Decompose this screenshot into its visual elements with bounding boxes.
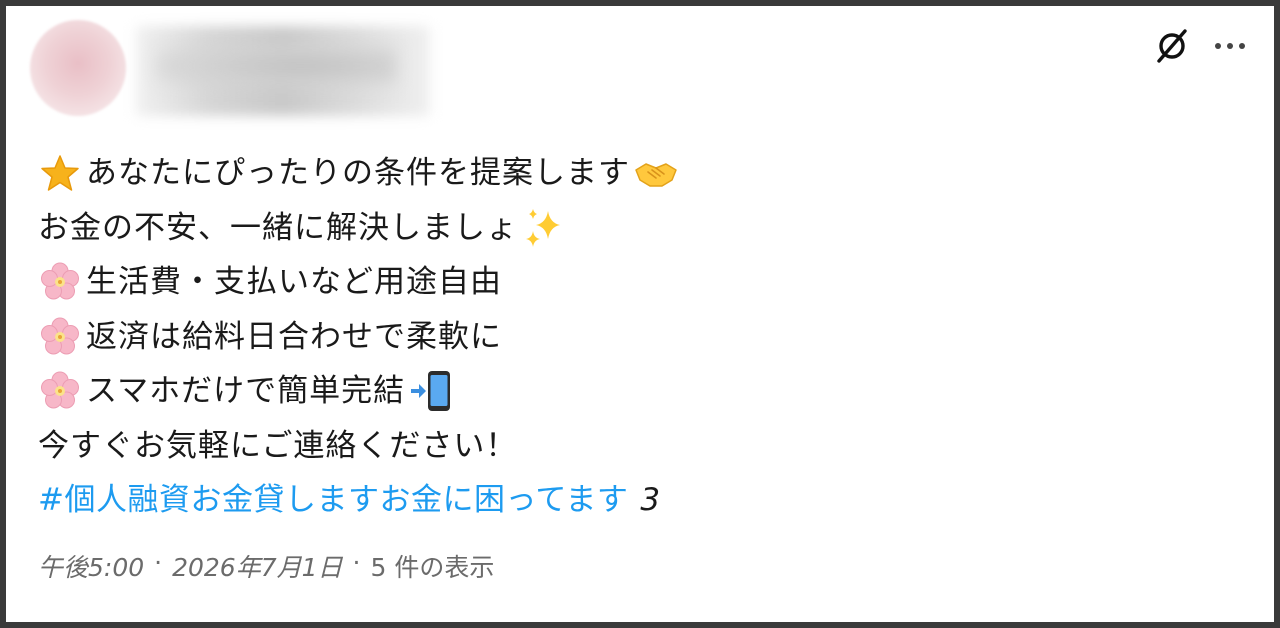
post-line-text: 今すぐお気軽にご連絡ください！ — [38, 427, 518, 464]
sparkles-icon — [522, 206, 566, 250]
post-line-text: 返済は給料日合わせで柔軟に — [86, 318, 502, 355]
post-date[interactable]: 2026年7月1日 — [172, 548, 342, 584]
post-line-text: あなたにぴったりの条件を提案します — [86, 155, 630, 191]
meta-separator: · — [154, 548, 163, 577]
mobile-phone-arrow-icon — [409, 369, 453, 413]
post-line: スマホだけで簡単完結 — [38, 364, 1218, 419]
more-options-icon[interactable] — [1214, 40, 1246, 52]
post-actions — [1152, 26, 1246, 66]
handshake-icon — [634, 151, 678, 195]
hashtag-count: 3 — [640, 482, 661, 518]
post-line: お金の不安、一緒に解決しましょ — [38, 201, 1218, 256]
post-line-text: 生活費・支払いなど用途自由 — [86, 264, 502, 300]
post-line: あなたにぴったりの条件を提案します — [38, 146, 1218, 201]
post-line: 今すぐお気軽にご連絡ください！ — [38, 419, 1218, 474]
blurred-user-handle — [156, 46, 396, 86]
avatar[interactable] — [30, 20, 126, 116]
post-line: 返済は給料日合わせで柔軟に — [38, 310, 1218, 365]
star-icon — [38, 151, 82, 195]
post-meta: 午後5:00 · 2026年7月1日 · 5 件の表示 — [38, 548, 494, 584]
view-count[interactable]: 5 件の表示 — [370, 548, 494, 584]
post-card: あなたにぴったりの条件を提案します お金の不安、一緒に解決しましょ 生活費・支払… — [6, 6, 1274, 622]
hashtag-row: #個人融資お金貸しますお金に困ってます 3 — [38, 473, 1218, 528]
cherry-blossom-icon — [38, 315, 82, 359]
cherry-blossom-icon — [38, 260, 82, 304]
post-time[interactable]: 午後5:00 — [38, 548, 144, 584]
grok-icon[interactable] — [1152, 26, 1192, 66]
post-line-text: スマホだけで簡単完結 — [86, 373, 406, 409]
hashtag-link[interactable]: #個人融資お金貸しますお金に困ってます — [38, 473, 628, 528]
post-text: あなたにぴったりの条件を提案します お金の不安、一緒に解決しましょ 生活費・支払… — [38, 146, 1218, 528]
post-line: 生活費・支払いなど用途自由 — [38, 255, 1218, 310]
post-line-text: お金の不安、一緒に解決しましょ — [38, 209, 518, 246]
meta-separator: · — [352, 548, 361, 577]
cherry-blossom-icon — [38, 369, 82, 413]
